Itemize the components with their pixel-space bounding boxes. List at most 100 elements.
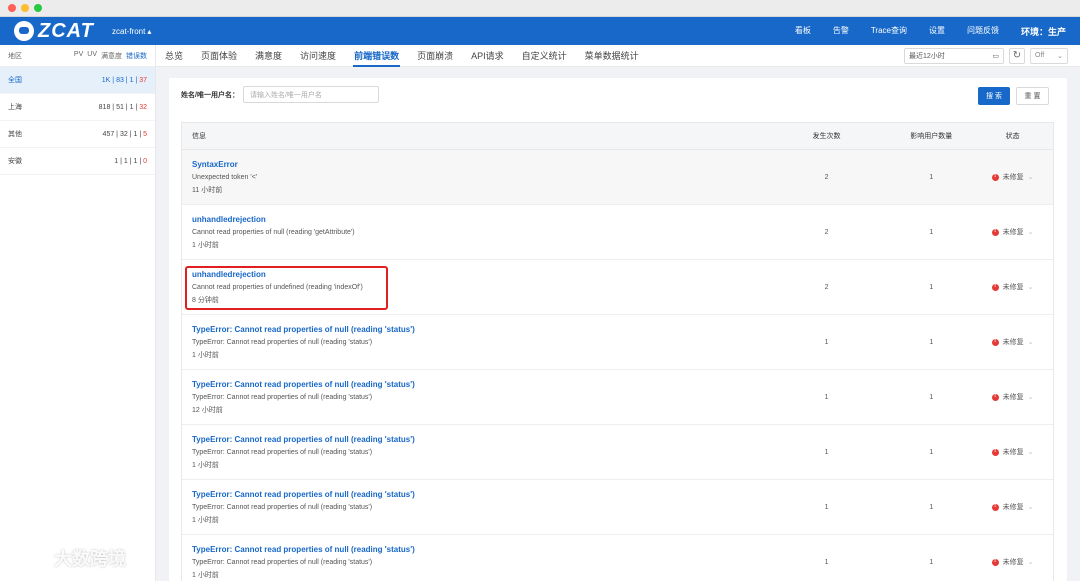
nav-alerts[interactable]: 告警	[822, 25, 860, 38]
error-time: 1 小时前	[192, 461, 219, 469]
logo[interactable]: ZCAT	[0, 20, 112, 43]
region-pv: 1K	[101, 76, 111, 84]
chevron-down-icon: ⌄	[1027, 174, 1034, 181]
time-range-picker[interactable]: 最近12小时 ▭	[904, 47, 1004, 64]
table-row[interactable]: TypeError: Cannot read properties of nul…	[182, 425, 1053, 480]
table-row[interactable]: TypeError: Cannot read properties of nul…	[182, 535, 1053, 581]
tab-page-crash[interactable]: 页面崩溃	[408, 45, 462, 67]
tab-frontend-errors[interactable]: 前端错误数	[345, 45, 408, 67]
error-count: 1	[824, 503, 829, 511]
region-pv: 457	[102, 130, 115, 138]
status-select[interactable]: 未修复⌄	[972, 392, 1053, 402]
region-item[interactable]: 上海 818 | 51 | 1 | 32	[0, 94, 155, 121]
status-select[interactable]: 未修复⌄	[972, 227, 1053, 237]
error-count: 2	[824, 283, 829, 291]
tab-overview[interactable]: 总览	[156, 45, 192, 67]
region-sat: 1	[133, 157, 138, 165]
region-panel: 地区 PV UV 满意度 错误数 全国 1K | 83 | 1 | 37 上海 …	[0, 45, 156, 581]
watermark: 大数跨境	[8, 545, 126, 571]
status-select[interactable]: 未修复⌄	[972, 282, 1053, 292]
minimize-window-button[interactable]	[21, 4, 29, 12]
table-row[interactable]: TypeError: Cannot read properties of nul…	[182, 480, 1053, 535]
error-count: 2	[824, 228, 829, 236]
error-title-link[interactable]: TypeError: Cannot read properties of nul…	[192, 380, 763, 389]
table-row[interactable]: unhandledrejection Cannot read propertie…	[182, 205, 1053, 260]
region-item[interactable]: 全国 1K | 83 | 1 | 37	[0, 67, 155, 94]
alert-icon	[991, 228, 999, 236]
error-message: Cannot read properties of null (reading …	[192, 228, 355, 236]
status-select[interactable]: 未修复⌄	[972, 557, 1053, 567]
status-text: 未修复	[1002, 504, 1024, 511]
status-select[interactable]: 未修复⌄	[972, 502, 1053, 512]
region-uv: 83	[116, 76, 124, 84]
region-uv: 51	[116, 103, 124, 111]
calendar-icon: ▭	[992, 52, 999, 60]
header-users: 影响用户数量	[910, 133, 953, 140]
close-window-button[interactable]	[8, 4, 16, 12]
chevron-down-icon: ⌄	[1027, 504, 1034, 511]
search-button[interactable]: 搜 索	[978, 87, 1010, 105]
status-select[interactable]: 未修复⌄	[972, 337, 1053, 347]
error-table: 信息 发生次数 影响用户数量 状态 SyntaxError Unexpected…	[181, 122, 1054, 581]
error-title-link[interactable]: TypeError: Cannot read properties of nul…	[192, 325, 763, 334]
error-message: TypeError: Cannot read properties of nul…	[192, 393, 373, 401]
error-time: 12 小时前	[192, 406, 223, 414]
tab-custom-stats[interactable]: 自定义统计	[513, 45, 576, 67]
affected-users: 1	[929, 448, 934, 456]
tab-menu-stats[interactable]: 菜单数据统计	[576, 45, 648, 67]
affected-users: 1	[929, 173, 934, 181]
auto-refresh-select[interactable]: Off ⌄	[1030, 47, 1068, 64]
error-title-link[interactable]: unhandledrejection	[192, 270, 763, 279]
col-uv[interactable]: UV	[87, 51, 97, 61]
error-title-link[interactable]: TypeError: Cannot read properties of nul…	[192, 435, 763, 444]
refresh-icon: ↻	[1012, 50, 1022, 61]
error-time: 1 小时前	[192, 571, 219, 579]
watermark-text: 大数跨境	[54, 549, 126, 569]
project-selector[interactable]: zcat-front ▴	[112, 27, 151, 36]
table-header: 信息 发生次数 影响用户数量 状态	[182, 123, 1053, 150]
chevron-down-icon: ⌄	[1027, 449, 1034, 456]
error-message: Unexpected token '<'	[192, 173, 258, 181]
user-search-input[interactable]: 请输入姓名/唯一用户名	[242, 86, 379, 103]
tab-page-experience[interactable]: 页面体验	[192, 45, 246, 67]
nav-trace[interactable]: Trace查询	[860, 25, 918, 38]
col-errors[interactable]: 错误数	[126, 51, 147, 61]
error-time: 8 分钟前	[192, 296, 219, 304]
region-title: 地区	[8, 52, 22, 60]
tab-satisfaction[interactable]: 满意度	[246, 45, 291, 67]
error-title-link[interactable]: TypeError: Cannot read properties of nul…	[192, 545, 763, 554]
region-pv: 1	[114, 157, 119, 165]
header-status: 状态	[1005, 133, 1020, 140]
reset-button[interactable]: 重 置	[1016, 87, 1049, 105]
table-row[interactable]: TypeError: Cannot read properties of nul…	[182, 370, 1053, 425]
region-item[interactable]: 其他 457 | 32 | 1 | 5	[0, 121, 155, 148]
top-header: ZCAT zcat-front ▴ 看板 告警 Trace查询 设置 问题反馈 …	[0, 17, 1080, 45]
col-pv[interactable]: PV	[74, 51, 83, 61]
error-count: 1	[824, 448, 829, 456]
sub-nav: 总览 页面体验 满意度 访问速度 前端错误数 页面崩溃 API请求 自定义统计 …	[156, 45, 1080, 67]
error-title-link[interactable]: SyntaxError	[192, 160, 763, 169]
env-selector[interactable]: 环境：生产	[1010, 25, 1066, 38]
tab-api[interactable]: API请求	[462, 45, 513, 67]
refresh-button[interactable]: ↻	[1009, 47, 1025, 64]
col-satisfaction[interactable]: 满意度	[101, 51, 122, 61]
error-time: 1 小时前	[192, 241, 219, 249]
nav-dashboard[interactable]: 看板	[784, 25, 822, 38]
nav-settings[interactable]: 设置	[918, 25, 956, 38]
error-message: TypeError: Cannot read properties of nul…	[192, 503, 373, 511]
table-row[interactable]: SyntaxError Unexpected token '<' 11 小时前 …	[182, 150, 1053, 205]
nav-feedback[interactable]: 问题反馈	[956, 25, 1010, 38]
error-title-link[interactable]: TypeError: Cannot read properties of nul…	[192, 490, 763, 499]
caret-up-icon: ▴	[147, 26, 152, 36]
region-name: 安徽	[8, 158, 22, 165]
status-select[interactable]: 未修复⌄	[972, 172, 1053, 182]
chevron-down-icon: ⌄	[1027, 229, 1034, 236]
alert-icon	[991, 558, 999, 566]
table-row[interactable]: TypeError: Cannot read properties of nul…	[182, 315, 1053, 370]
error-title-link[interactable]: unhandledrejection	[192, 215, 763, 224]
status-select[interactable]: 未修复⌄	[972, 447, 1053, 457]
table-row[interactable]: unhandledrejection Cannot read propertie…	[182, 260, 1053, 315]
region-item[interactable]: 安徽 1 | 1 | 1 | 0	[0, 148, 155, 175]
tab-speed[interactable]: 访问速度	[291, 45, 345, 67]
maximize-window-button[interactable]	[34, 4, 42, 12]
